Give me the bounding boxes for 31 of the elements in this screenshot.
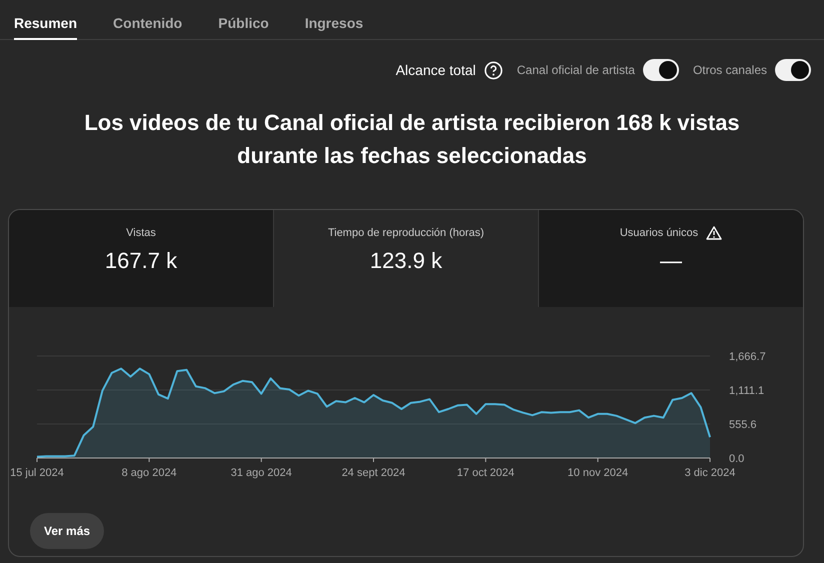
tab[interactable]: Resumen (14, 0, 78, 40)
y-tick-label: 1,111.1 (729, 385, 764, 397)
x-tick-label: 15 jul 2024 (10, 467, 64, 479)
tab[interactable]: Ingresos (304, 0, 364, 40)
x-tick-label: 31 ago 2024 (230, 467, 292, 479)
help-icon[interactable] (484, 60, 503, 80)
metric-value: 123.9 k (368, 246, 444, 274)
x-tick-label: 8 ago 2024 (122, 467, 177, 479)
x-tick-label: 3 dic 2024 (684, 467, 736, 479)
x-tick-label: 10 nov 2024 (568, 467, 628, 479)
toggle-switch[interactable] (775, 59, 811, 81)
y-tick-label: 1,666.7 (729, 351, 766, 363)
headline: Los videos de tu Canal oficial de artista recibieron 168 k vistas durante las fechas seleccionadas (83, 109, 741, 170)
metric-label: Usuarios únicos (620, 226, 698, 241)
metric-tile[interactable]: Usuarios únicos — (539, 210, 803, 307)
y-tick-label: 555.6 (729, 419, 757, 431)
metric-label: Vistas (126, 226, 156, 241)
toggle-label: Canal oficial de artista (516, 62, 635, 79)
y-tick-label: 0.0 (729, 453, 744, 465)
reach-label: Alcance total (396, 60, 476, 80)
metric-tile[interactable]: Vistas 167.7 k (9, 210, 274, 307)
metric-value: 167.7 k (104, 246, 178, 274)
more-button[interactable]: Ver más (30, 513, 104, 549)
toggle-label: Otros canales (692, 62, 767, 79)
metric-value: — (659, 246, 683, 274)
x-tick-label: 24 sept 2024 (342, 467, 406, 479)
toggle-switch[interactable] (642, 59, 679, 81)
tab[interactable]: Contenido (113, 0, 182, 40)
x-tick-label: 17 oct 2024 (456, 467, 514, 479)
tab[interactable]: Público (218, 0, 269, 40)
metric-label: Tiempo de reproducción (horas) (328, 226, 484, 241)
